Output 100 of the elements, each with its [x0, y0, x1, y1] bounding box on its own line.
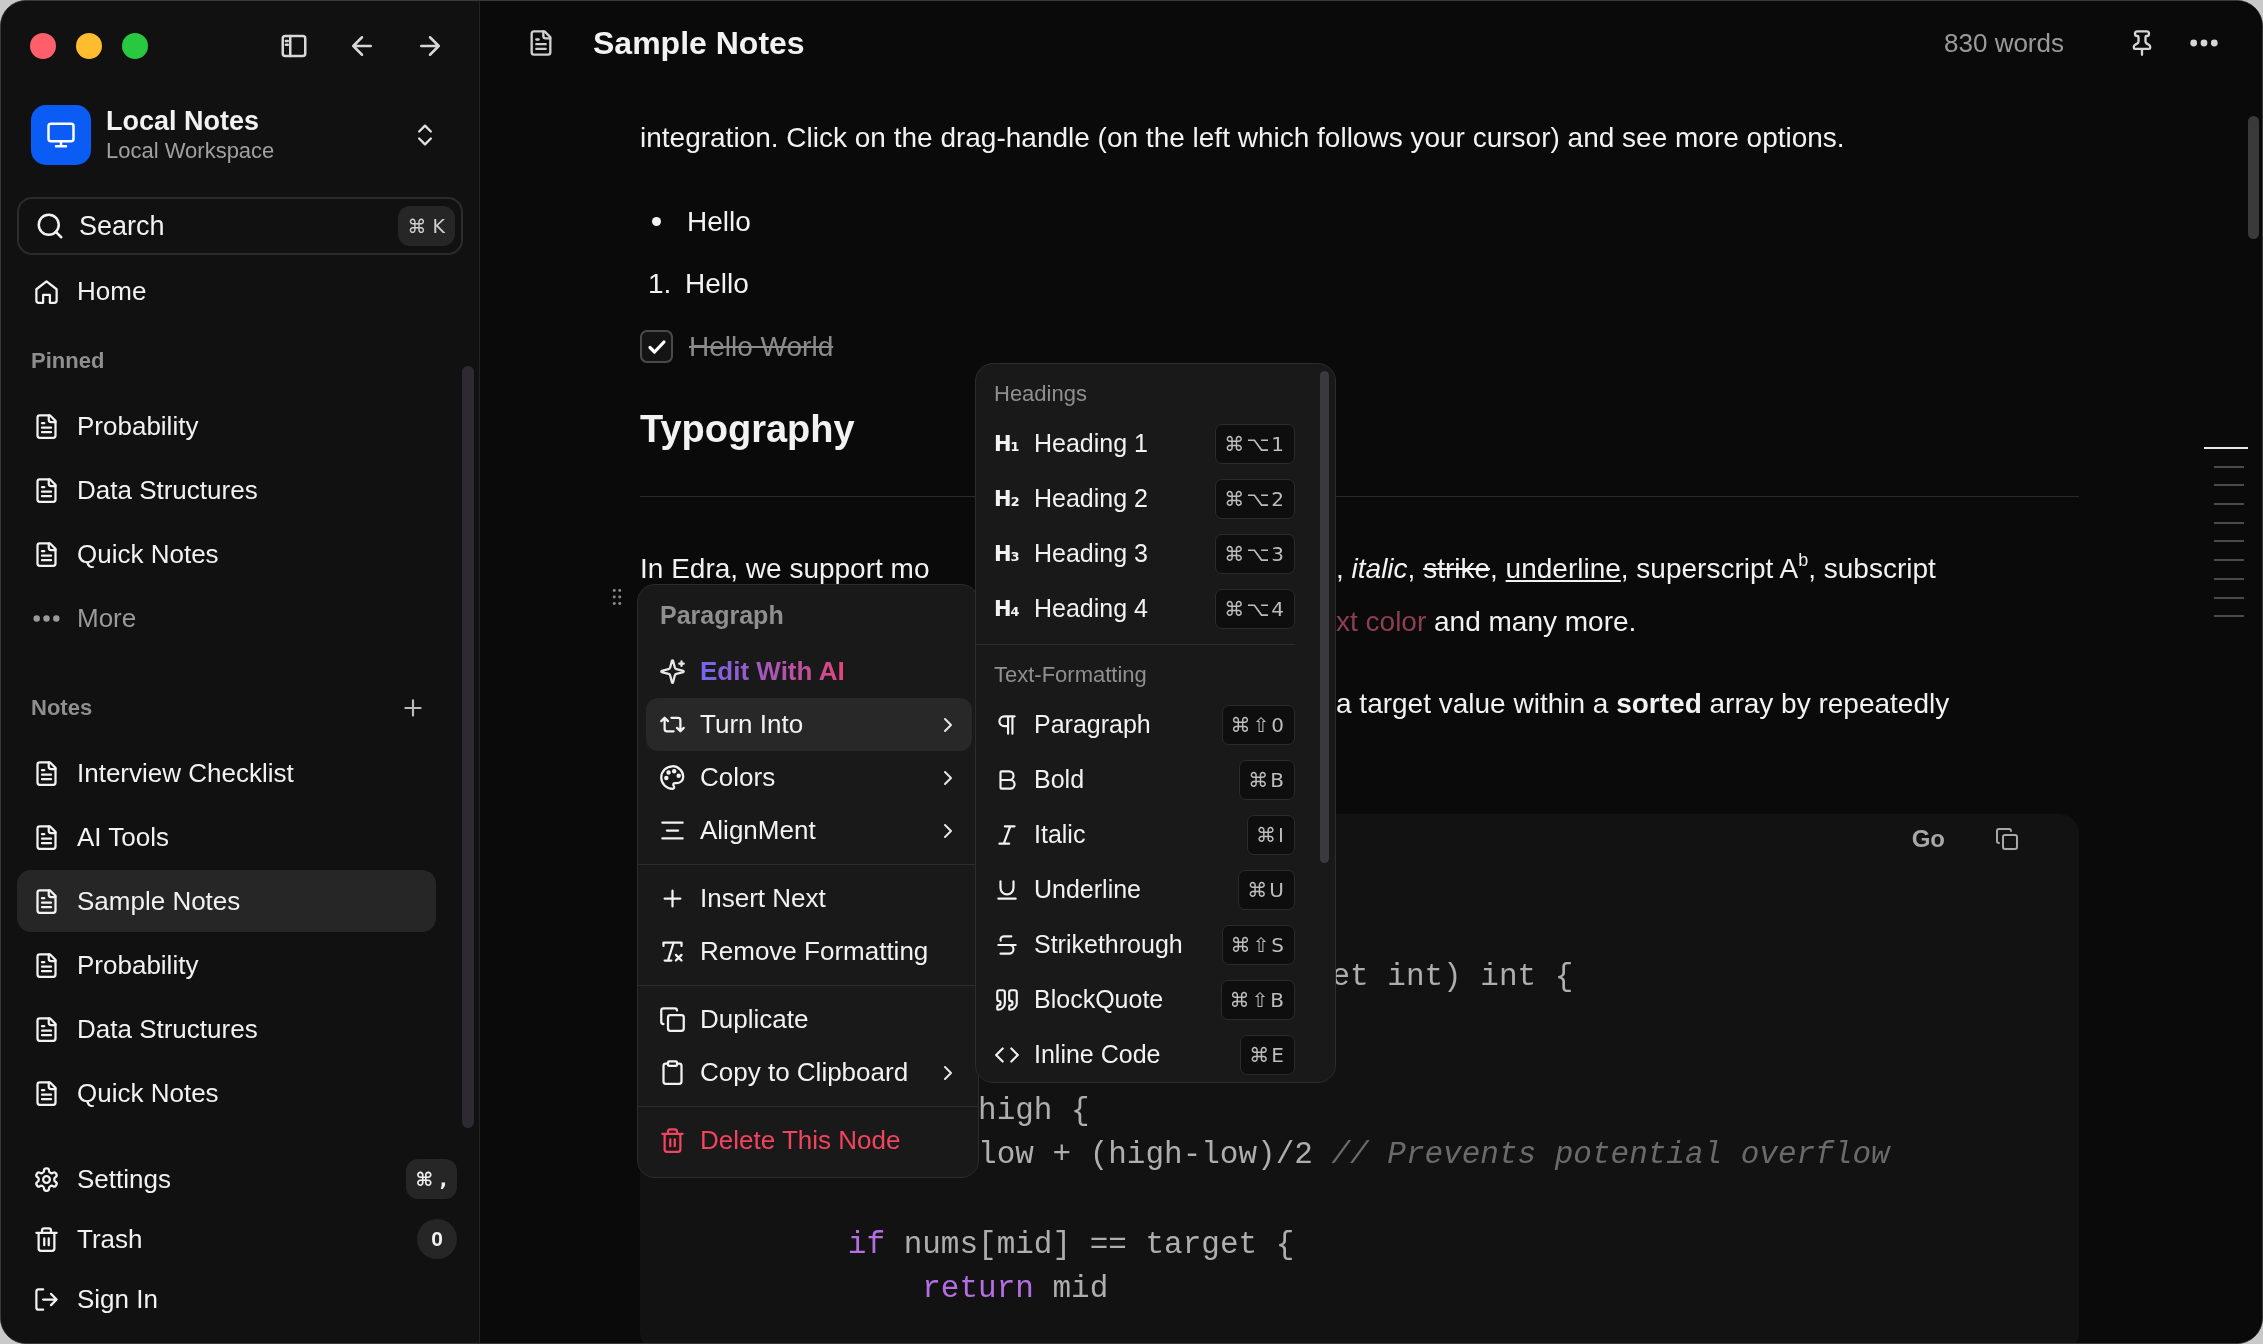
document-icon — [33, 1015, 60, 1043]
menu-item[interactable]: Colors — [646, 751, 972, 804]
menu-item[interactable]: Remove Formatting — [646, 925, 972, 978]
task-text: Hello World — [689, 330, 834, 363]
task-checkbox[interactable] — [640, 330, 673, 363]
paragraph-text: integration. Click on the drag-handle (on the left which follows your cursor) and see more options. — [640, 121, 1845, 155]
shortcut-badge: ⌘ , — [405, 1159, 457, 1199]
menu-item[interactable]: Italic ⌘I — [976, 807, 1295, 862]
section-title: Notes — [31, 695, 93, 721]
paragraph-text: a target value within a sorted array by repeatedly — [1336, 687, 1950, 721]
shortcut-badge: ⌘ K — [397, 206, 455, 246]
workspace-switcher[interactable]: Local Notes Local Workspace — [31, 105, 449, 165]
shortcut-key: ⌘⇧0 — [1221, 704, 1295, 745]
home-icon — [33, 277, 60, 305]
shortcut-key: ⌘⇧S — [1221, 924, 1295, 965]
menu-item[interactable]: Inline Code ⌘E — [976, 1027, 1295, 1082]
heading-icon: H₃ — [994, 541, 1020, 566]
menu-heading: Headings — [993, 380, 1088, 408]
document-icon — [33, 412, 60, 440]
quote-icon — [994, 986, 1020, 1013]
menu-item[interactable]: Paragraph ⌘⇧0 — [976, 697, 1295, 752]
section-heading: Typography — [640, 407, 855, 452]
menu-item[interactable]: H₁ Heading 1 ⌘⌥1 — [976, 416, 1295, 471]
menu-item[interactable]: Delete This Node — [646, 1114, 972, 1167]
menu-item[interactable]: Duplicate — [646, 993, 972, 1046]
document-icon — [33, 887, 60, 915]
trash-icon — [659, 1127, 686, 1154]
sparkles-icon — [659, 658, 686, 685]
menu-item[interactable]: Insert Next — [646, 872, 972, 925]
sign-in-icon — [33, 1285, 60, 1313]
shortcut-key: ⌘⌥1 — [1215, 423, 1295, 464]
sidebar-item[interactable]: Settings ⌘ , — [17, 1150, 463, 1208]
sidebar-item[interactable]: AI Tools — [17, 806, 436, 868]
workspace-name: Local Notes — [106, 105, 261, 137]
document-icon — [33, 540, 60, 568]
sidebar-item[interactable]: Sign In — [17, 1270, 463, 1328]
workspace-logo — [31, 105, 91, 165]
search-button[interactable]: Search ⌘ K — [17, 197, 463, 255]
shortcut-key: ⌘B — [1239, 759, 1295, 800]
more-icon[interactable] — [2190, 39, 2218, 47]
heading-icon: H₁ — [994, 431, 1020, 456]
menu-item[interactable]: H₄ Heading 4 ⌘⌥4 — [976, 581, 1295, 636]
document-icon — [33, 823, 60, 851]
search-icon — [35, 211, 65, 241]
clipboard-icon — [659, 1059, 686, 1086]
minimize-button[interactable] — [76, 33, 102, 59]
zoom-button[interactable] — [122, 33, 148, 59]
word-count: 830 words — [1944, 27, 2064, 59]
menu-item[interactable]: H₃ Heading 3 ⌘⌥3 — [976, 526, 1295, 581]
list-item-text: Hello — [687, 205, 751, 238]
scrollbar[interactable] — [2248, 116, 2259, 239]
scrollbar[interactable] — [462, 366, 474, 1128]
clear-formatting-icon — [659, 938, 686, 965]
menu-item[interactable]: BlockQuote ⌘⇧B — [976, 972, 1295, 1027]
shortcut-key: ⌘I — [1247, 814, 1295, 855]
menu-item[interactable]: Underline ⌘U — [976, 862, 1295, 917]
sidebar-item[interactable]: More — [17, 587, 436, 649]
shortcut-key: ⌘⇧B — [1220, 979, 1295, 1020]
scrollbar[interactable] — [1320, 371, 1329, 863]
shortcut-key: ⌘⌥2 — [1215, 478, 1295, 519]
menu-item[interactable]: H₂ Heading 2 ⌘⌥2 — [976, 471, 1295, 526]
palette-icon — [659, 764, 686, 791]
menu-heading: Paragraph — [659, 600, 785, 631]
sidebar-item[interactable]: Probability — [17, 395, 436, 457]
document-icon — [33, 1079, 60, 1107]
heading-icon: H₄ — [994, 596, 1020, 621]
paragraph-text: xt color and many more. — [1336, 605, 1637, 639]
copy-icon[interactable] — [1995, 827, 2019, 851]
settings-icon — [33, 1165, 60, 1193]
menu-item[interactable]: Edit With AI — [646, 645, 972, 698]
sidebar-item[interactable]: Interview Checklist — [17, 742, 436, 804]
menu-item[interactable]: Copy to Clipboard — [646, 1046, 972, 1099]
menu-item[interactable]: AlignMent — [646, 804, 972, 857]
list-number: 1. — [647, 267, 673, 300]
menu-item[interactable]: Turn Into — [646, 698, 972, 751]
document-icon — [33, 759, 60, 787]
menu-heading: Text-Formatting — [993, 661, 1148, 689]
sidebar-item[interactable]: Trash 0 — [17, 1210, 463, 1268]
close-button[interactable] — [30, 33, 56, 59]
paragraph-text: , italic, strike, underline, superscript A$^{b}$, subscript — [1336, 549, 1936, 586]
code-line: high { — [978, 1092, 1090, 1128]
sidebar-item[interactable]: Data Structures — [17, 998, 436, 1060]
menu-item[interactable]: Strikethrough ⌘⇧S — [976, 917, 1295, 972]
code-line: return mid — [922, 1271, 1109, 1307]
sidebar-item[interactable]: Data Structures — [17, 459, 436, 521]
bullet-marker — [652, 217, 661, 226]
sidebar-item[interactable]: Home — [17, 260, 436, 322]
code-language[interactable]: Go — [1911, 825, 1945, 853]
sidebar-item[interactable]: Sample Notes — [17, 870, 436, 932]
sidebar-item[interactable]: Quick Notes — [17, 523, 436, 585]
sidebar-item[interactable]: Quick Notes — [17, 1062, 436, 1124]
document-icon — [33, 476, 60, 504]
copy-icon — [659, 1006, 686, 1033]
document-icon — [33, 951, 60, 979]
menu-item[interactable]: Bold ⌘B — [976, 752, 1295, 807]
sidebar-item[interactable]: Probability — [17, 934, 436, 996]
workspace-type: Local Workspace — [106, 137, 275, 165]
code-line: low + (high-low)/2 // Prevents potential overflow — [978, 1137, 1890, 1173]
shortcut-key: ⌘E — [1240, 1034, 1295, 1075]
shortcut-key: ⌘⌥4 — [1215, 588, 1295, 629]
